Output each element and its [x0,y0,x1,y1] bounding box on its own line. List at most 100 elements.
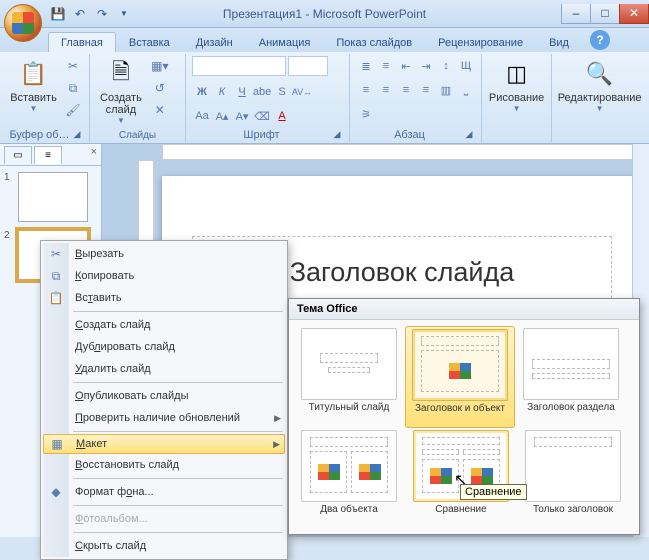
help-icon[interactable]: ? [590,30,610,50]
menu-item[interactable]: Проверить наличие обновлений▶ [43,407,285,429]
align-center-icon[interactable]: ≡ [376,80,396,100]
menu-item-label: Скрыть слайд [75,540,146,552]
char-spacing-icon[interactable]: AV↔ [292,82,312,102]
menu-item[interactable]: Опубликовать слайды [43,385,285,407]
menu-item[interactable]: Удалить слайд [43,358,285,380]
tab-animation[interactable]: Анимация [246,32,324,52]
tab-view[interactable]: Вид [536,32,582,52]
reset-slide-icon[interactable]: ↺ [150,78,170,98]
tab-insert[interactable]: Вставка [116,32,183,52]
paste-button[interactable]: 📋 Вставить ▼ [8,56,59,124]
office-button[interactable] [4,4,42,42]
menu-item-label: Создать слайд [75,319,150,331]
context-menu: ✂Вырезать ⧉ Копировать 📋Вставить Создать сла… [40,240,288,560]
maximize-button[interactable]: □ [590,4,620,24]
font-size-select[interactable] [288,56,328,76]
launcher-icon[interactable]: ◢ [71,129,83,141]
launcher-icon[interactable]: ◢ [331,129,343,141]
strike-icon[interactable]: abe [252,82,272,102]
tab-home[interactable]: Главная [48,32,116,52]
delete-slide-icon[interactable]: ✕ [150,100,170,120]
launcher-icon[interactable]: ◢ [463,129,475,141]
align-text-icon[interactable]: ⎵ [456,80,476,100]
menu-item-label: Восстановить слайд [75,459,179,471]
menu-item-label: Формат фона... [75,486,154,498]
bullets-icon[interactable]: ≣ [356,56,376,76]
layout-option[interactable]: Титульный слайд [293,326,405,428]
editing-button[interactable]: 🔍 Редактирование ▼ [558,56,641,124]
layout-thumbnail [301,430,397,502]
find-icon: 🔍 [584,58,616,90]
change-case-icon[interactable]: Aa [192,106,212,126]
menu-item-icon: ⧉ [47,267,65,285]
layout-dropdown-icon[interactable]: ▦▾ [150,56,170,76]
drawing-button[interactable]: ◫ Рисование ▼ [488,56,545,124]
qat-redo-icon[interactable]: ↷ [92,4,112,24]
window-buttons: – □ ✕ [562,4,649,24]
font-color-icon[interactable]: A [272,106,292,126]
font-family-select[interactable] [192,56,286,76]
italic-icon[interactable]: К [212,82,232,102]
shrink-font-icon[interactable]: A▾ [232,106,252,126]
new-slide-button[interactable]: 🗎 Создать слайд ▼ [96,56,146,124]
flyout-header: Тема Office [289,299,639,320]
group-drawing: ◫ Рисование ▼ [482,54,552,142]
align-left-icon[interactable]: ≡ [356,80,376,100]
line-spacing-icon[interactable]: ↕ [436,56,456,76]
qat-dropdown-icon[interactable]: ▼ [114,4,134,24]
qat-save-icon[interactable]: 💾 [48,4,68,24]
qat-undo-icon[interactable]: ↶ [70,4,90,24]
layout-option[interactable]: Только заголовок [517,428,629,528]
grow-font-icon[interactable]: A▴ [212,106,232,126]
text-direction-icon[interactable]: Щ [456,56,476,76]
layout-thumbnail [523,328,619,400]
outline-tab[interactable]: ≡ [34,146,62,164]
new-slide-icon: 🗎 [105,58,137,90]
columns-icon[interactable]: ▥ [436,80,456,100]
layout-option[interactable]: Сравнение [405,428,517,528]
menu-item-label: Копировать [75,270,134,282]
menu-item[interactable]: Создать слайд [43,314,285,336]
layout-thumbnail [525,430,621,502]
menu-item[interactable]: ✂Вырезать [43,243,285,265]
group-paragraph: ≣ ≡ ⇤ ⇥ ↕ Щ ≡ ≡ ≡ ≡ ▥ ⎵ ⚞ Абзац◢ [350,54,482,142]
menu-item: Фотоальбом... [43,508,285,530]
menu-item-icon [47,537,65,555]
shadow-icon[interactable]: S [272,82,292,102]
layout-option[interactable]: Заголовок раздела [515,326,627,428]
menu-item[interactable]: ◆Формат фона... [43,481,285,503]
menu-item[interactable]: 📋Вставить [43,287,285,309]
menu-item-icon: 📋 [47,289,65,307]
slide-thumbnail[interactable]: 1 [4,172,97,222]
cut-icon[interactable]: ✂ [63,56,83,76]
menu-item[interactable]: ⧉ Копировать [43,265,285,287]
outdent-icon[interactable]: ⇤ [396,56,416,76]
menu-item[interactable]: Дублировать слайд [43,336,285,358]
tab-slideshow[interactable]: Показ слайдов [323,32,425,52]
thumbnails-tab[interactable]: ▭ [4,146,32,164]
group-slides: 🗎 Создать слайд ▼ ▦▾ ↺ ✕ Слайды [90,54,186,142]
underline-icon[interactable]: Ч [232,82,252,102]
tab-review[interactable]: Рецензирование [425,32,536,52]
clear-format-icon[interactable]: ⌫ [252,106,272,126]
layout-caption: Сравнение [435,504,486,526]
menu-item[interactable]: Скрыть слайд [43,535,285,557]
menu-item[interactable]: Восстановить слайд [43,454,285,476]
close-pane-icon[interactable]: × [91,146,97,165]
copy-icon[interactable]: ⧉ [63,78,83,98]
format-painter-icon[interactable]: 🖌 [63,100,83,120]
numbering-icon[interactable]: ≡ [376,56,396,76]
justify-icon[interactable]: ≡ [416,80,436,100]
smartart-icon[interactable]: ⚞ [356,104,376,124]
indent-icon[interactable]: ⇥ [416,56,436,76]
menu-item-label: Фотоальбом... [75,513,148,525]
menu-item[interactable]: ▦Макет▶ [43,434,285,454]
align-right-icon[interactable]: ≡ [396,80,416,100]
layout-option[interactable]: Заголовок и объект [405,326,515,428]
tab-design[interactable]: Дизайн [183,32,246,52]
minimize-button[interactable]: – [561,4,591,24]
layout-option[interactable]: Два объекта [293,428,405,528]
titlebar: 💾 ↶ ↷ ▼ Презентация1 - Microsoft PowerPo… [0,0,649,28]
bold-icon[interactable]: Ж [192,82,212,102]
close-button[interactable]: ✕ [619,4,649,24]
